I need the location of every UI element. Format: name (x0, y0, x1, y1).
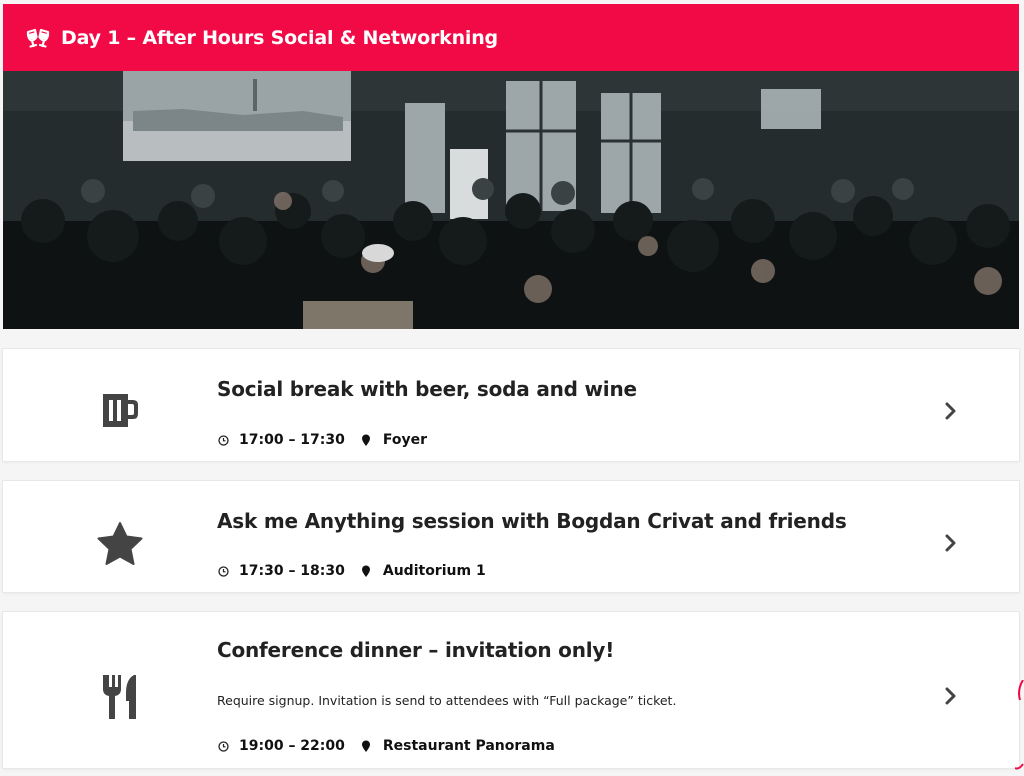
session-time: 17:00 – 17:30 (239, 432, 345, 448)
session-location: Auditorium 1 (382, 563, 486, 579)
section-title: Day 1 – After Hours Social & Networkning (61, 26, 498, 49)
session-title[interactable]: Ask me Anything session with Bogdan Criv… (217, 509, 847, 533)
decorative-swoosh (1014, 679, 1024, 772)
session-location: Restaurant Panorama (382, 738, 555, 754)
session-location: Foyer (382, 432, 428, 448)
session-card[interactable]: Social break with beer, soda and wine 17… (3, 349, 1019, 461)
session-title[interactable]: Social break with beer, soda and wine (217, 377, 637, 401)
chevron-right-icon[interactable] (942, 533, 960, 553)
location-pin-icon (361, 565, 371, 577)
section-header: Day 1 – After Hours Social & Networkning (3, 4, 1019, 71)
session-meta: 17:00 – 17:30 Foyer (218, 432, 427, 448)
event-crowd-photo (3, 71, 1019, 329)
session-card[interactable]: Ask me Anything session with Bogdan Criv… (3, 481, 1019, 592)
chevron-right-icon[interactable] (942, 686, 960, 706)
clock-icon (218, 740, 229, 752)
session-meta: 19:00 – 22:00 Restaurant Panorama (218, 738, 555, 754)
session-meta: 17:30 – 18:30 Auditorium 1 (218, 563, 486, 579)
session-description: Require signup. Invitation is send to at… (217, 693, 677, 708)
cheers-glasses-icon (25, 27, 51, 49)
session-title[interactable]: Conference dinner – invitation only! (217, 638, 614, 662)
fork-knife-icon (95, 672, 145, 722)
location-pin-icon (361, 434, 371, 446)
session-card[interactable]: Conference dinner – invitation only! Req… (3, 612, 1019, 768)
beer-mug-icon (95, 385, 145, 435)
clock-icon (218, 565, 229, 577)
location-pin-icon (361, 740, 371, 752)
star-icon (95, 519, 145, 569)
session-time: 17:30 – 18:30 (239, 563, 345, 579)
session-time: 19:00 – 22:00 (239, 738, 345, 754)
clock-icon (218, 434, 229, 446)
chevron-right-icon[interactable] (942, 401, 960, 421)
